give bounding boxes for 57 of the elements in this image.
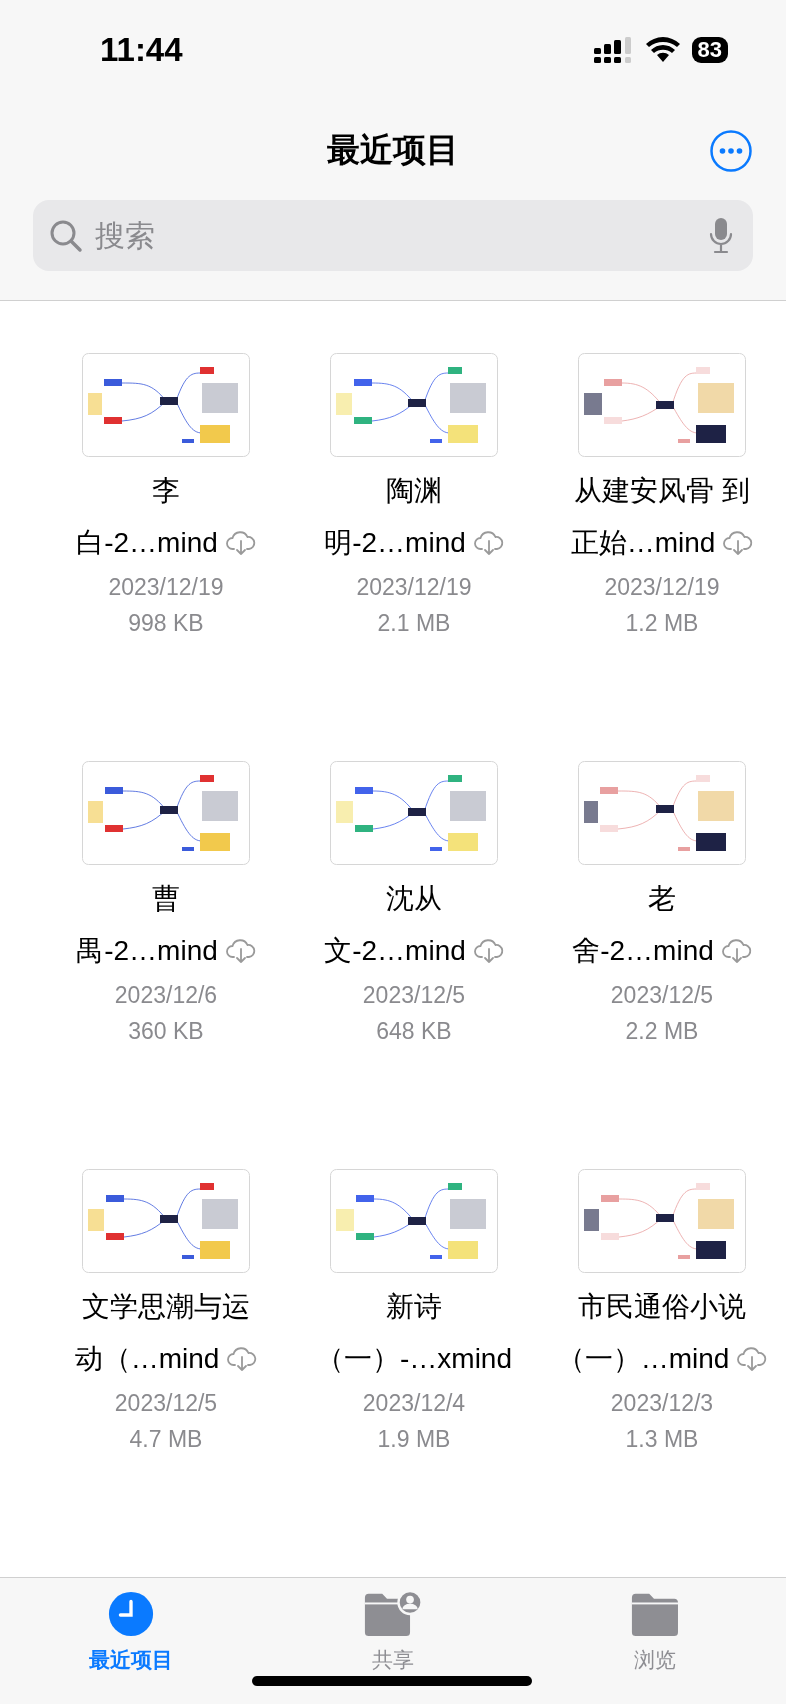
file-name[interactable]: 市民通俗小说 [578,1281,746,1333]
cloud-download-icon[interactable] [723,530,754,556]
file-name[interactable]: 李 [152,465,180,517]
file-name[interactable]: 白-2…mind [76,517,218,569]
file-name[interactable]: 新诗 [386,1281,442,1333]
cloud-download-icon[interactable] [473,938,504,964]
more-icon[interactable] [710,130,752,172]
cloud-download-icon[interactable] [225,938,256,964]
tab-item[interactable]: 最近项目 [0,1590,262,1674]
file-date: 2023/12/3 [610,1389,714,1418]
file-size: 4.7 MB [129,1425,203,1454]
file-name[interactable]: 老 [648,873,676,925]
file-size: 1.3 MB [625,1425,699,1454]
file-date: 2023/12/5 [114,1389,218,1418]
file-size: 360 KB [128,1017,204,1046]
file-date: 2023/12/5 [362,981,466,1010]
file-name[interactable]: 沈从 [386,873,442,925]
file-date: 2023/12/4 [362,1389,466,1418]
file-name[interactable]: 正始…mind [570,517,716,569]
cloud-download-icon[interactable] [473,530,504,556]
file-name[interactable]: 明-2…mind [324,517,466,569]
file-size: 2.1 MB [377,609,451,638]
signal-icon [593,37,634,63]
file-name[interactable]: 陶渊 [386,465,442,517]
microphone-icon[interactable] [709,217,733,254]
file-name[interactable]: 舍-2…mind [572,925,714,977]
file-name[interactable]: （一）…mind [556,1333,730,1385]
cloud-download-icon[interactable] [737,1346,768,1372]
file-size: 2.2 MB [625,1017,699,1046]
file-name[interactable]: 文学思潮与运 [82,1281,250,1333]
shared-folder-icon [363,1590,423,1638]
file-name[interactable]: 禺-2…mind [76,925,218,977]
file-name[interactable]: 动（…mind [74,1333,220,1385]
file-date: 2023/12/19 [108,573,224,602]
file-name[interactable]: 曹 [152,873,180,925]
file-size: 1.9 MB [377,1425,451,1454]
cloud-download-icon[interactable] [721,938,752,964]
file-date: 2023/12/19 [356,573,472,602]
file-date: 2023/12/19 [604,573,720,602]
wifi-icon [645,37,680,63]
clock-icon [107,1590,155,1638]
file-date: 2023/12/5 [610,981,714,1010]
file-name[interactable]: （一）-…xmind [316,1333,512,1385]
file-name[interactable]: 从建安风骨 到 [574,465,750,517]
file-size: 1.2 MB [625,609,699,638]
file-size: 998 KB [128,609,204,638]
search-icon [49,218,83,253]
page-title: 最近项目 [327,129,459,170]
file-name[interactable]: 文-2…mind [324,925,466,977]
file-date: 2023/12/6 [114,981,218,1010]
cloud-download-icon[interactable] [225,530,256,556]
status-time: 11:44 [100,31,183,69]
battery-level: 83 [691,37,728,63]
search-field[interactable]: 搜索 [33,200,753,271]
search-input[interactable]: 搜索 [95,218,697,253]
cloud-download-icon[interactable] [227,1346,258,1372]
file-size: 648 KB [376,1017,452,1046]
